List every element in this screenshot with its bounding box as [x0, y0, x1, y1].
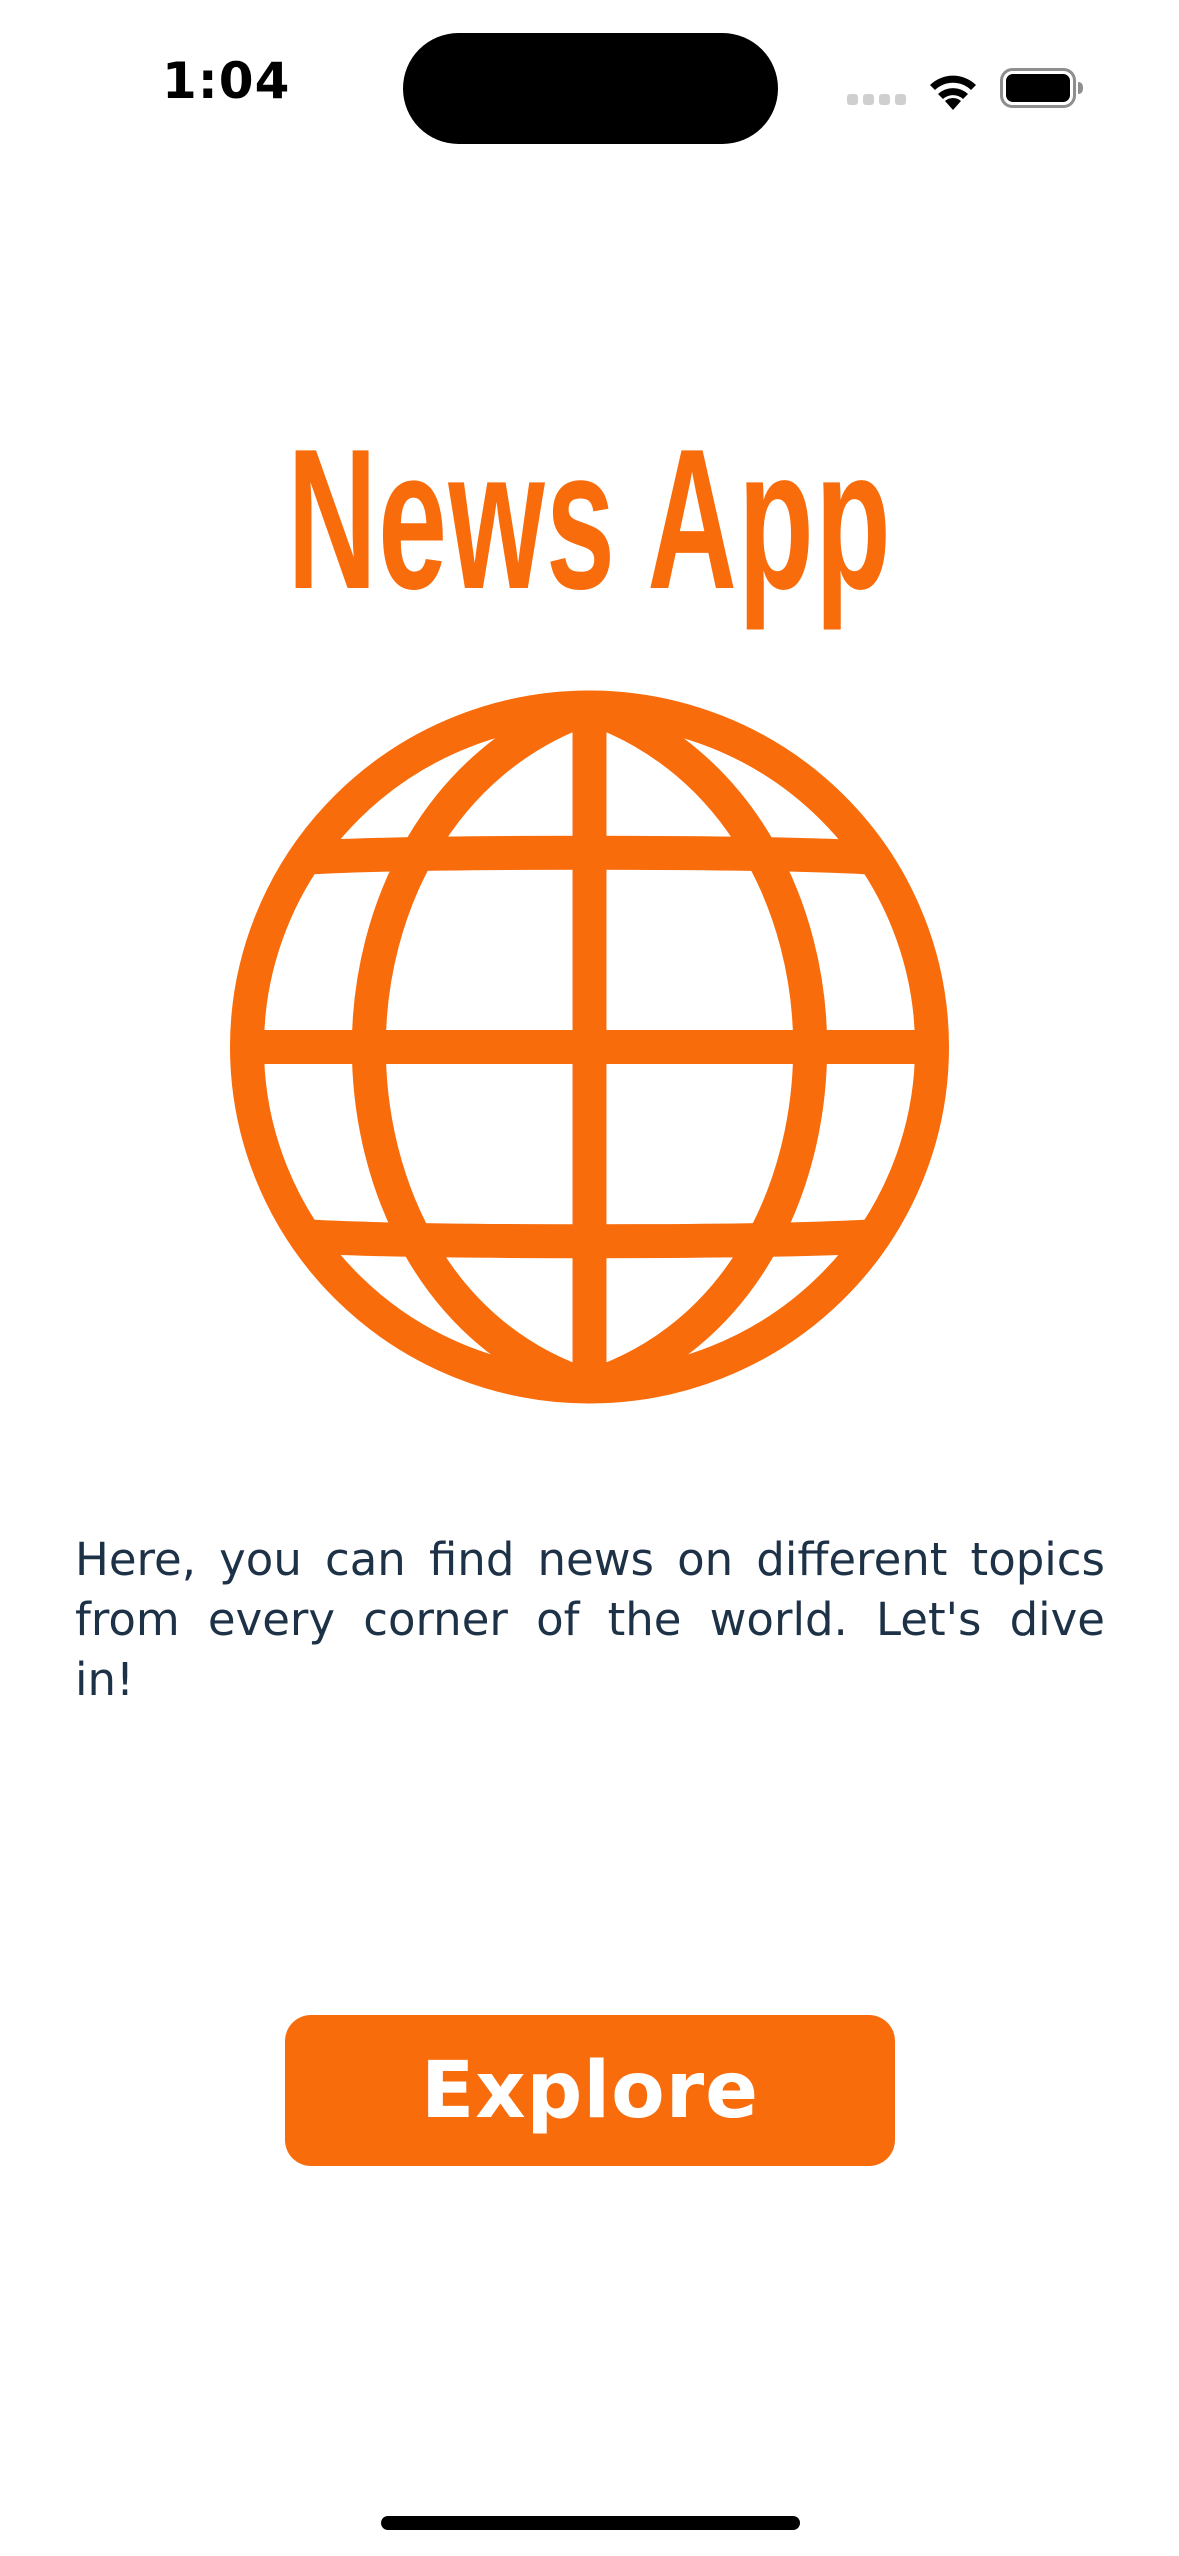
app-title: News App — [287, 408, 893, 631]
app-description: Here, you can find news on different top… — [75, 1533, 1105, 1706]
cellular-signal-icon — [847, 94, 907, 106]
explore-button-label: Explore — [420, 2045, 760, 2136]
dynamic-island — [403, 33, 778, 144]
home-indicator[interactable] — [381, 2516, 800, 2530]
explore-button[interactable]: Explore — [285, 2015, 895, 2166]
battery-icon — [1000, 68, 1083, 108]
wifi-icon — [930, 75, 976, 110]
status-time: 1:04 — [162, 52, 291, 110]
globe-icon — [229, 690, 950, 1404]
